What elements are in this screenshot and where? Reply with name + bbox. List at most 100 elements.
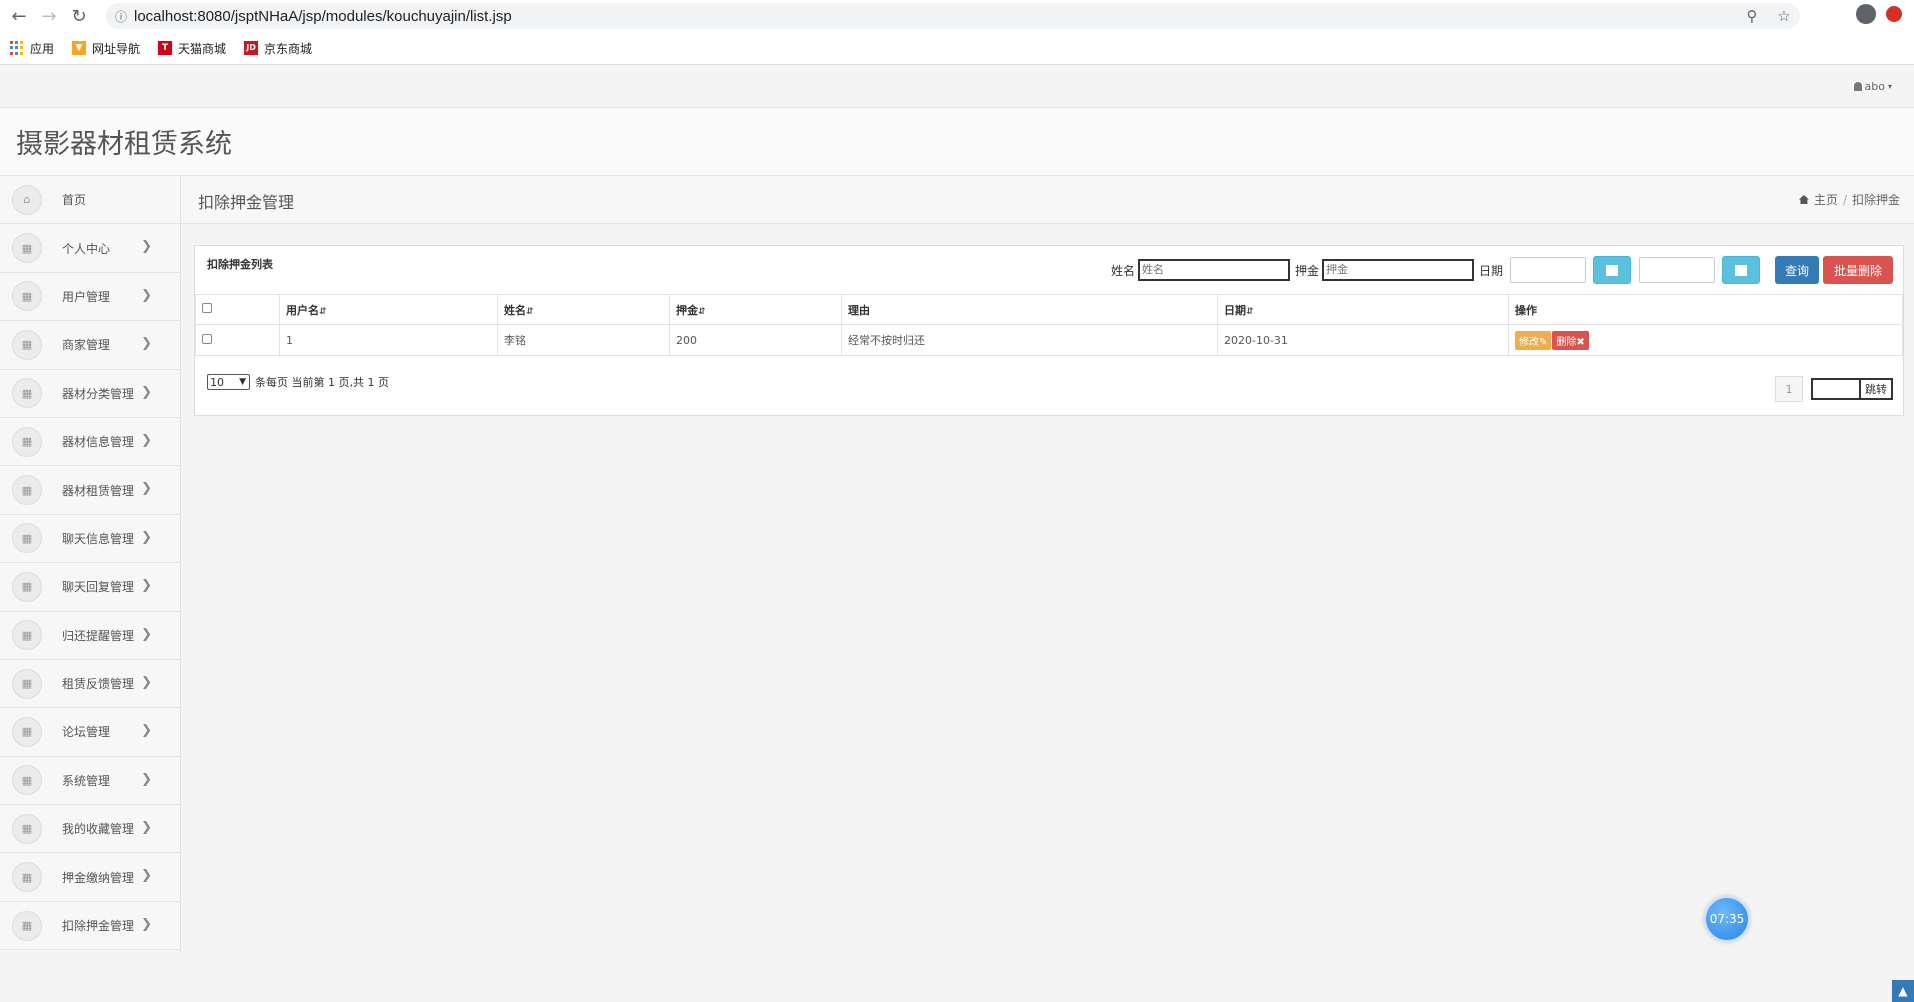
reload-icon[interactable]: ↻ [64,1,94,31]
content-header: 扣除押金管理 主页 / 扣除押金 [181,176,1914,224]
breadcrumb-home[interactable]: 主页 [1814,191,1838,208]
forward-icon[interactable]: → [34,1,64,31]
jump-button[interactable]: 跳转 [1861,378,1893,400]
profile-icon[interactable] [1856,4,1876,24]
name-input[interactable] [1137,259,1290,281]
col-username[interactable]: 用户名⇵ [279,294,498,325]
sidebar-item[interactable]: ▦ 扣除押金管理 ❯ [0,902,180,951]
system-title: 摄影器材租赁系统 [16,129,232,160]
zoom-icon[interactable]: ⚲ [1736,7,1768,25]
col-name[interactable]: 姓名⇵ [497,294,670,325]
sidebar-item[interactable]: ▦ 聊天信息管理 ❯ [0,515,180,564]
sidebar-item-label: 聊天信息管理 [62,531,135,546]
sidebar-item[interactable]: ▦ 押金缴纳管理 ❯ [0,853,180,902]
clock-widget[interactable]: 07:35 [1704,896,1750,942]
bookmark-star-icon[interactable]: ☆ [1768,7,1800,25]
calendar-start-button[interactable] [1593,256,1631,284]
jd-icon: JD [244,41,259,55]
col-date[interactable]: 日期⇵ [1217,294,1509,325]
page-button[interactable]: 1 [1775,376,1803,402]
sort-icon[interactable]: ⇵ [698,307,706,317]
sidebar-item[interactable]: ▦ 我的收藏管理 ❯ [0,805,180,854]
table-icon: ▦ [12,281,42,312]
scroll-top-icon[interactable]: ▲ [1892,980,1914,1002]
col-label: 理由 [848,303,870,317]
sidebar-item-label: 个人中心 [62,241,111,256]
deposit-label: 押金 [1294,263,1319,278]
sidebar-item-label: 商家管理 [62,338,111,353]
close-icon: ✖ [1576,336,1585,348]
table-icon: ▦ [12,862,42,893]
sidebar-item[interactable]: ▦ 器材分类管理 ❯ [0,370,180,418]
cell-username: 1 [279,324,498,356]
extension-icon[interactable] [1886,6,1902,22]
bookmark-apps[interactable]: 应用 [10,40,54,57]
select-all-cell [195,294,280,325]
list-panel: 扣除押金列表 姓名 押金 日期 查询 批量删除 用户名⇵ 姓名⇵ 押金⇵ 理由 … [194,245,1904,416]
table-icon: ▦ [12,620,42,651]
calendar-end-button[interactable] [1722,256,1760,284]
info-icon[interactable]: ⓘ [108,3,134,29]
deposit-input[interactable] [1321,259,1474,281]
address-bar[interactable]: ⓘ localhost:8080/jsptNHaA/jsp/modules/ko… [106,3,1800,29]
jump-page-input[interactable] [1811,378,1861,400]
batch-delete-button[interactable]: 批量删除 [1823,256,1893,284]
sidebar-item[interactable]: ▦ 系统管理 ❯ [0,757,180,806]
sidebar-item[interactable]: ▦ 器材租赁管理 ❯ [0,466,180,515]
chevron-right-icon: ❯ [141,771,152,787]
sort-icon[interactable]: ⇵ [526,307,534,317]
sidebar-item[interactable]: ▦ 个人中心 ❯ [0,224,180,273]
sidebar-item[interactable]: ▦ 租赁反馈管理 ❯ [0,660,180,709]
select-all-checkbox[interactable] [202,303,212,313]
search-form: 姓名 押金 日期 查询 批量删除 [1111,256,1903,284]
sidebar-item[interactable]: ▦ 聊天回复管理 ❯ [0,563,180,612]
home-icon: ⌂ [12,184,42,215]
sidebar-item-label: 器材信息管理 [62,435,135,450]
pencil-icon: ✎ [1539,336,1548,348]
sidebar-item-label: 租赁反馈管理 [62,677,135,692]
sort-icon[interactable]: ⇵ [1246,307,1254,317]
sidebar-item[interactable]: ▦ 商家管理 ❯ [0,321,180,370]
edit-button[interactable]: 修改✎ [1515,330,1552,350]
col-label: 姓名 [504,303,526,317]
bookmark-nav[interactable]: ▼ 网址导航 [72,40,140,57]
delete-button[interactable]: 删除✖ [1552,330,1589,350]
url-text[interactable]: localhost:8080/jsptNHaA/jsp/modules/kouc… [134,8,512,25]
per-page-value: 10 [210,375,224,389]
col-deposit[interactable]: 押金⇵ [669,294,842,325]
bookmark-jd[interactable]: JD 京东商城 [244,40,312,57]
date-end-input[interactable] [1639,257,1715,283]
sidebar-item[interactable]: ▦ 归还提醒管理 ❯ [0,612,180,660]
row-checkbox[interactable] [202,333,212,344]
back-icon[interactable]: ← [4,1,34,31]
table-icon: ▦ [12,910,42,941]
bookmarks-bar: 应用 ▼ 网址导航 T 天猫商城 JD 京东商城 [0,32,1914,65]
sidebar-item[interactable]: ▦ 用户管理 ❯ [0,273,180,322]
delete-label: 删除 [1556,336,1577,348]
sort-icon[interactable]: ⇵ [319,307,327,317]
chevron-right-icon: ❯ [141,432,152,448]
date-start-input[interactable] [1510,257,1586,283]
sidebar-item[interactable]: ⌂ 首页 [0,176,180,225]
date-label: 日期 [1478,263,1503,278]
table-icon: ▦ [12,475,42,506]
edit-label: 修改 [1519,336,1539,348]
query-button[interactable]: 查询 [1775,256,1819,284]
sidebar-item-label: 首页 [62,193,87,208]
panel-title: 扣除押金列表 [207,258,273,271]
user-menu[interactable]: abo ▾ [1853,80,1892,93]
cell-name: 李铭 [497,324,670,356]
sidebar-item-label: 系统管理 [62,773,111,788]
sidebar-item[interactable]: ▦ 论坛管理 ❯ [0,708,180,757]
table-icon: ▦ [12,426,42,457]
data-table: 用户名⇵ 姓名⇵ 押金⇵ 理由 日期⇵ 操作 1 李铭 200 经常不按时归还 … [195,294,1903,356]
chevron-down-icon: ▼ [239,377,246,387]
col-reason: 理由 [841,294,1218,325]
per-page-select[interactable]: 10 ▼ [207,374,250,390]
browser-toolbar: ← → ↻ ⓘ localhost:8080/jsptNHaA/jsp/modu… [0,0,1914,32]
sidebar-item[interactable]: ▦ 器材信息管理 ❯ [0,418,180,467]
chevron-right-icon: ❯ [141,916,152,932]
cell-actions: 修改✎ 删除✖ [1508,324,1903,356]
sidebar-item-label: 用户管理 [62,289,111,304]
bookmark-tmall[interactable]: T 天猫商城 [158,40,226,57]
